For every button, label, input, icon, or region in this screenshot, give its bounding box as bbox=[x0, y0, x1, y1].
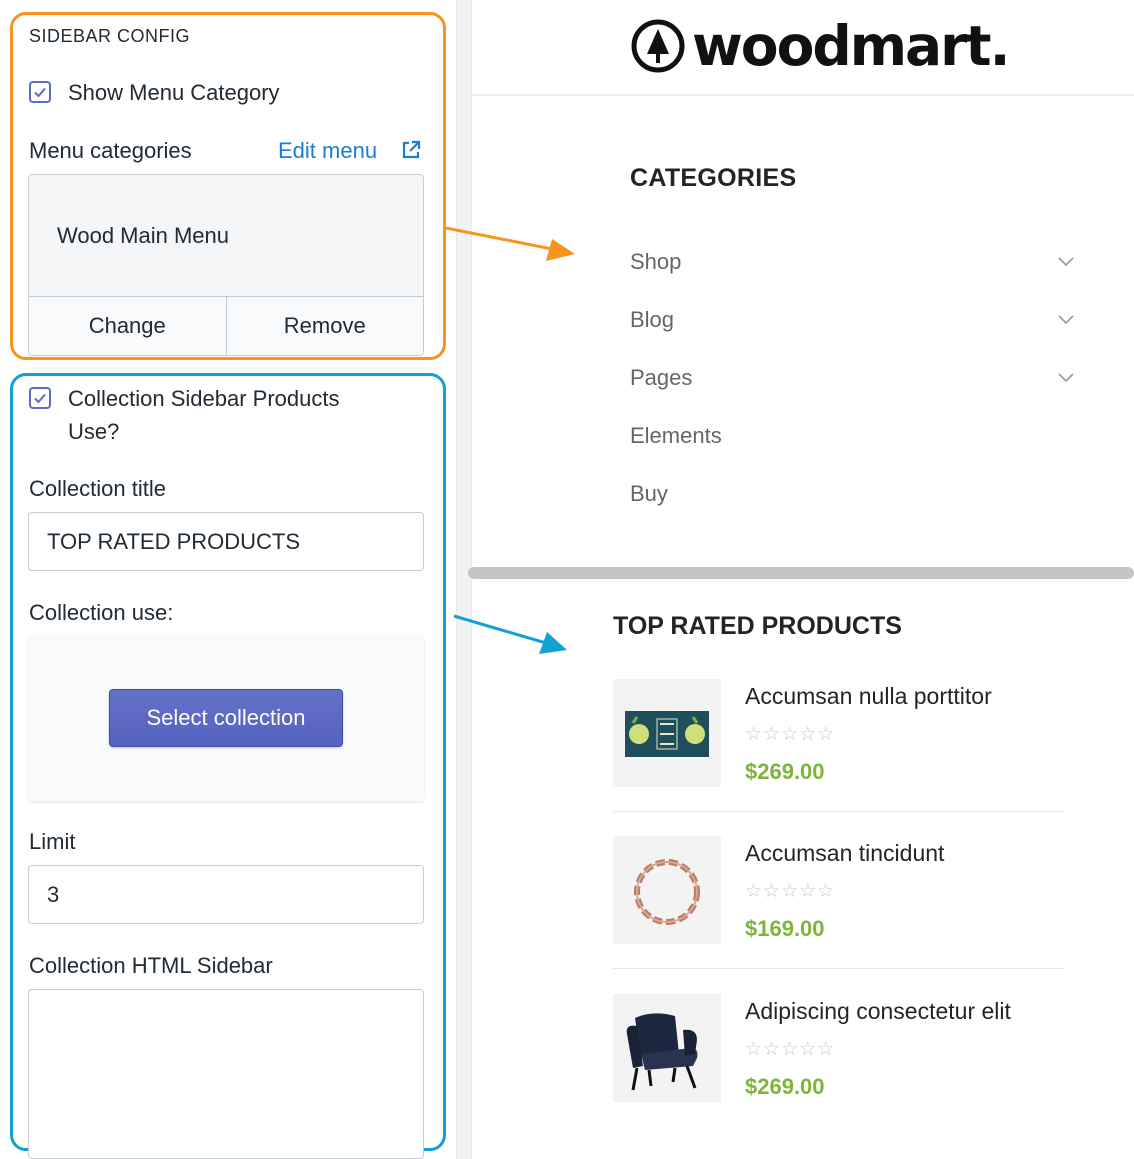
orange-arrow-icon bbox=[445, 226, 575, 261]
top-rated-title: TOP RATED PRODUCTS bbox=[613, 612, 902, 640]
star-rating: ☆☆☆☆☆ bbox=[745, 1039, 836, 1060]
category-item-elements[interactable]: Elements bbox=[630, 423, 722, 449]
product-price: $169.00 bbox=[745, 916, 825, 941]
armchair-icon bbox=[626, 1013, 698, 1091]
product-price: $269.00 bbox=[745, 759, 825, 784]
show-menu-category-label[interactable]: Show Menu Category bbox=[68, 76, 280, 109]
chevron-down-icon[interactable] bbox=[1058, 373, 1074, 383]
chevron-down-icon[interactable] bbox=[1058, 257, 1074, 267]
checkmark-icon bbox=[34, 87, 46, 98]
external-link-icon[interactable] bbox=[400, 139, 422, 161]
show-menu-category-checkbox[interactable] bbox=[29, 81, 51, 103]
store-logo[interactable]: woodmart. bbox=[630, 14, 1010, 78]
menu-card-actions: Change Remove bbox=[29, 296, 423, 355]
product-thumbnail[interactable] bbox=[613, 679, 721, 787]
categories-title: CATEGORIES bbox=[630, 164, 797, 192]
collection-html-sidebar-label: Collection HTML Sidebar bbox=[29, 953, 273, 978]
product-divider bbox=[613, 811, 1065, 812]
limit-label: Limit bbox=[29, 829, 76, 854]
product-price: $269.00 bbox=[745, 1074, 825, 1099]
bracelet-icon bbox=[634, 859, 700, 925]
panel-divider bbox=[456, 0, 472, 1159]
product-divider bbox=[613, 968, 1065, 969]
selected-menu-name: Wood Main Menu bbox=[57, 223, 230, 248]
selected-menu-card: Wood Main Menu Change Remove bbox=[28, 174, 424, 356]
tree-logo-icon bbox=[631, 19, 685, 73]
product-name[interactable]: Accumsan tincidunt bbox=[745, 840, 944, 867]
section-separator bbox=[468, 567, 1134, 579]
collection-sidebar-use-label-cont[interactable]: Use? bbox=[68, 415, 119, 448]
menu-categories-label: Menu categories bbox=[29, 138, 192, 163]
collection-sidebar-use-label[interactable]: Collection Sidebar Products bbox=[68, 382, 339, 415]
category-item-shop[interactable]: Shop bbox=[630, 249, 681, 275]
collection-html-sidebar-textarea[interactable] bbox=[28, 989, 424, 1159]
category-item-buy[interactable]: Buy bbox=[630, 481, 668, 507]
product-name[interactable]: Adipiscing consectetur elit bbox=[745, 998, 1011, 1025]
category-item-blog[interactable]: Blog bbox=[630, 307, 674, 333]
category-item-pages[interactable]: Pages bbox=[630, 365, 692, 391]
remove-button[interactable]: Remove bbox=[225, 297, 424, 355]
collection-sidebar-use-checkbox[interactable] bbox=[29, 387, 51, 409]
logo-text: woodmart. bbox=[692, 14, 1010, 78]
product-thumbnail[interactable] bbox=[613, 836, 721, 944]
product-thumbnail[interactable] bbox=[613, 994, 721, 1102]
collection-title-label: Collection title bbox=[29, 476, 166, 501]
limit-input[interactable]: 3 bbox=[28, 865, 424, 924]
edit-menu-link[interactable]: Edit menu bbox=[278, 138, 377, 164]
settings-panel: SIDEBAR CONFIG Show Menu Category Menu c… bbox=[0, 0, 456, 1159]
product-name[interactable]: Accumsan nulla porttitor bbox=[745, 683, 992, 710]
checkmark-icon bbox=[34, 393, 46, 404]
bergamot-box-icon bbox=[625, 711, 709, 757]
star-rating: ☆☆☆☆☆ bbox=[745, 724, 836, 745]
blue-arrow-icon bbox=[453, 614, 567, 654]
change-button[interactable]: Change bbox=[29, 297, 226, 355]
collection-use-label: Collection use: bbox=[29, 600, 174, 625]
header-divider bbox=[472, 94, 1134, 96]
star-rating: ☆☆☆☆☆ bbox=[745, 881, 836, 902]
sidebar-config-heading: SIDEBAR CONFIG bbox=[29, 26, 191, 46]
chevron-down-icon[interactable] bbox=[1058, 315, 1074, 325]
collection-picker-card: Select collection bbox=[28, 635, 424, 801]
collection-title-input[interactable]: TOP RATED PRODUCTS bbox=[28, 512, 424, 571]
select-collection-button[interactable]: Select collection bbox=[109, 689, 343, 747]
